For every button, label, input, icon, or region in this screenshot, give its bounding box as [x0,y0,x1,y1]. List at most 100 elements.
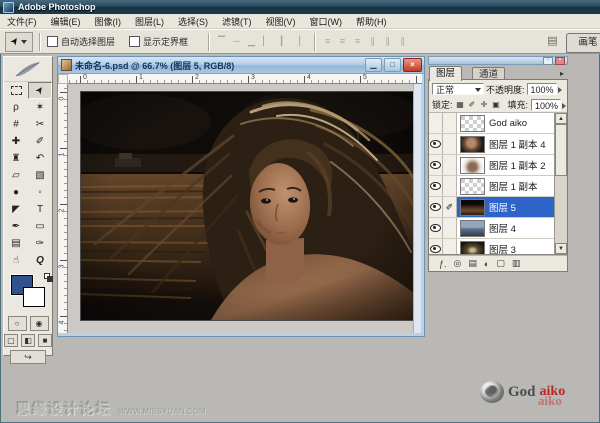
link-cell[interactable] [443,239,457,255]
layers-scrollbar[interactable]: ▲ ▼ [554,113,567,254]
scroll-down-icon[interactable]: ▼ [555,243,567,254]
background-color-swatch[interactable] [23,287,45,307]
blur-tool[interactable]: ● [4,184,28,201]
lock-transparency-icon[interactable]: ▦ [456,100,465,109]
eraser-tool[interactable]: ▱ [4,167,28,184]
menu-layer[interactable]: 图层(L) [128,15,171,28]
lock-pixels-icon[interactable]: ✐ [468,100,477,109]
visibility-cell[interactable] [429,155,443,175]
lock-position-icon[interactable]: ✛ [480,100,489,109]
crop-tool[interactable]: # [4,116,28,133]
tool-preset-picker[interactable]: ➤ [5,32,33,52]
layer-row-selected[interactable]: ✐ 图层 5 [429,197,554,218]
layer-group-icon[interactable]: ▤ [468,258,477,269]
layer-row[interactable]: 图层 3 [429,239,554,255]
link-cell[interactable]: ✐ [443,197,457,217]
opacity-input[interactable]: 100% [527,83,557,95]
path-select-tool[interactable]: ◤ [4,201,28,218]
standard-screen-button[interactable]: ▢ [4,334,18,347]
menu-help[interactable]: 帮助(H) [349,15,394,28]
visibility-cell[interactable] [429,176,443,196]
spinner-arrow-icon[interactable] [562,103,566,109]
menu-edit[interactable]: 编辑(E) [44,15,88,28]
delete-layer-icon[interactable]: ▥ [512,258,521,269]
canvas-area[interactable] [68,84,415,333]
close-button[interactable]: × [403,58,422,72]
default-colors-icon[interactable] [44,273,52,281]
eyedropper-tool[interactable]: ✑ [28,235,52,252]
move-tool[interactable]: ➤ [28,82,52,99]
brush-tool[interactable]: ✐ [28,133,52,150]
rect-marquee-tool[interactable] [4,82,28,99]
palette-close-button[interactable]: × [555,57,565,65]
standard-mode-button[interactable]: ○ [8,316,27,331]
menu-select[interactable]: 选择(S) [171,15,215,28]
fullscreen-menubar-button[interactable]: ◧ [21,334,35,347]
visibility-cell[interactable] [429,239,443,255]
jump-to-imageready-button[interactable]: ↪ [10,350,46,364]
canvas-image[interactable] [80,91,416,321]
notes-tool[interactable]: ▤ [4,235,28,252]
link-cell[interactable] [443,218,457,238]
layer-row[interactable]: 图层 1 副本 [429,176,554,197]
link-cell[interactable] [443,176,457,196]
visibility-cell[interactable] [429,218,443,238]
lock-all-icon[interactable]: ▣ [492,100,501,109]
blend-mode-select[interactable]: 正常 [432,83,484,95]
restore-button[interactable]: □ [384,58,401,72]
slice-tool[interactable]: ✂ [28,116,52,133]
layer-row[interactable]: 图层 4 [429,218,554,239]
show-bounding-checkbox[interactable] [129,36,140,47]
link-cell[interactable] [443,113,457,133]
hand-tool[interactable]: ☝ [4,252,28,269]
layer-row[interactable]: 图层 1 副本 4 [429,134,554,155]
visibility-cell[interactable] [429,134,443,154]
file-browser-icon[interactable]: ▤ [545,34,560,48]
menu-file[interactable]: 文件(F) [0,15,44,28]
history-brush-tool[interactable]: ↶ [28,150,52,167]
quick-mask-mode-button[interactable]: ◉ [30,316,49,331]
palette-well-brushes-tab[interactable]: 画笔 [566,33,600,53]
link-cell[interactable] [443,134,457,154]
layer-mask-icon[interactable]: ◎ [454,258,462,269]
pen-tool[interactable]: ✒ [4,218,28,235]
layer-row[interactable]: 图层 1 副本 2 [429,155,554,176]
fill-input[interactable]: 100% [531,99,561,111]
gradient-tool[interactable]: ▧ [28,167,52,184]
adjustment-layer-icon[interactable]: ◐ [484,259,489,269]
app-titlebar[interactable]: Adobe Photoshop [0,0,600,14]
tab-layers[interactable]: 图层 [429,66,462,81]
lasso-tool[interactable]: ρ [4,99,28,116]
fullscreen-button[interactable]: ■ [38,334,52,347]
shape-tool[interactable]: ▭ [28,218,52,235]
new-layer-icon[interactable]: ▢ [496,258,505,269]
spinner-arrow-icon[interactable] [558,87,562,93]
magic-wand-tool[interactable]: ✶ [28,99,52,116]
scroll-up-icon[interactable]: ▲ [555,113,567,124]
palette-minimize-button[interactable]: ▫ [543,57,553,65]
document-titlebar[interactable]: 未命名-6.psd @ 66.7% (图层 5, RGB/8) ▁ □ × [58,57,424,74]
zoom-tool[interactable]: Q [28,252,52,269]
palette-menu-icon[interactable]: ▸ [560,69,564,78]
show-bounding-option[interactable]: 显示定界框 [129,35,188,48]
visibility-cell[interactable] [429,197,443,217]
dodge-tool[interactable]: ◦ [28,184,52,201]
minimize-button[interactable]: ▁ [365,58,382,72]
clone-stamp-tool[interactable]: ♜ [4,150,28,167]
menu-image[interactable]: 图像(I) [88,15,129,28]
menu-view[interactable]: 视图(V) [259,15,303,28]
type-tool[interactable]: T [28,201,52,218]
link-cell[interactable] [443,155,457,175]
healing-brush-tool[interactable]: ✚ [4,133,28,150]
menu-filter[interactable]: 滤镜(T) [215,15,259,28]
auto-select-checkbox[interactable] [47,36,58,47]
palette-titlebar[interactable]: ▫ × [428,56,568,65]
layer-row[interactable]: God aiko [429,113,554,134]
scrollbar-thumb[interactable] [555,124,567,176]
menu-window[interactable]: 窗口(W) [303,15,350,28]
auto-select-option[interactable]: 自动选择图层 [47,35,115,48]
forum-watermark: 思缘设计论坛 WWW.MISSYUAN.COM [16,399,206,419]
visibility-cell[interactable] [429,113,443,133]
document-vertical-scrollbar[interactable] [413,84,421,333]
layer-style-icon[interactable]: ƒ. [439,259,447,269]
